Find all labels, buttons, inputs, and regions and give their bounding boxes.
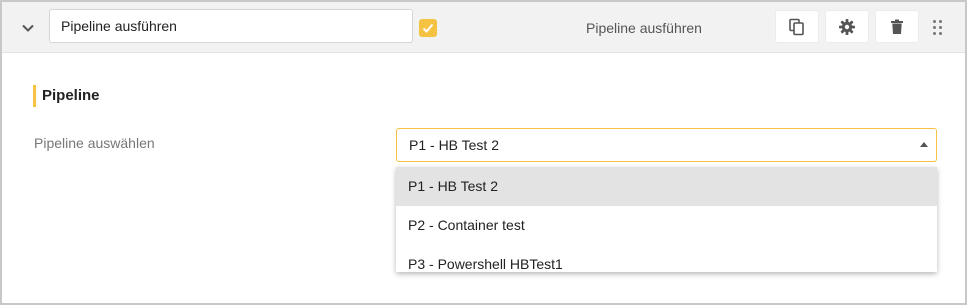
- step-header: Pipeline ausführen: [2, 2, 965, 53]
- dropdown-option[interactable]: P3 - Powershell HBTest1: [396, 245, 937, 272]
- section-title: Pipeline: [42, 87, 100, 104]
- dropdown-option[interactable]: P1 - HB Test 2: [396, 167, 937, 206]
- step-title: Pipeline ausführen: [586, 20, 702, 36]
- chevron-down-icon[interactable]: [18, 18, 38, 38]
- step-name-input[interactable]: [49, 9, 413, 43]
- copy-icon: [789, 18, 804, 36]
- pipeline-select-value: P1 - HB Test 2: [409, 137, 500, 153]
- copy-button[interactable]: [775, 10, 819, 43]
- pipeline-step-panel: Pipeline ausführen Pipeline ausführen Pi…: [0, 0, 967, 305]
- trash-icon: [891, 19, 903, 34]
- delete-button[interactable]: [875, 10, 919, 43]
- enabled-checkbox[interactable]: [419, 19, 437, 37]
- gear-icon: [839, 19, 855, 35]
- checkmark-icon: [422, 23, 434, 33]
- pipeline-select-label: Pipeline auswählen: [34, 135, 155, 151]
- settings-button[interactable]: [825, 10, 869, 43]
- caret-up-icon: [920, 142, 928, 147]
- pipeline-dropdown-list: P1 - HB Test 2 P2 - Container test P3 - …: [396, 167, 937, 272]
- drag-handle-icon[interactable]: [931, 19, 945, 35]
- dropdown-option[interactable]: P2 - Container test: [396, 206, 937, 245]
- pipeline-select[interactable]: P1 - HB Test 2: [396, 128, 937, 162]
- section-accent-bar: [33, 85, 36, 107]
